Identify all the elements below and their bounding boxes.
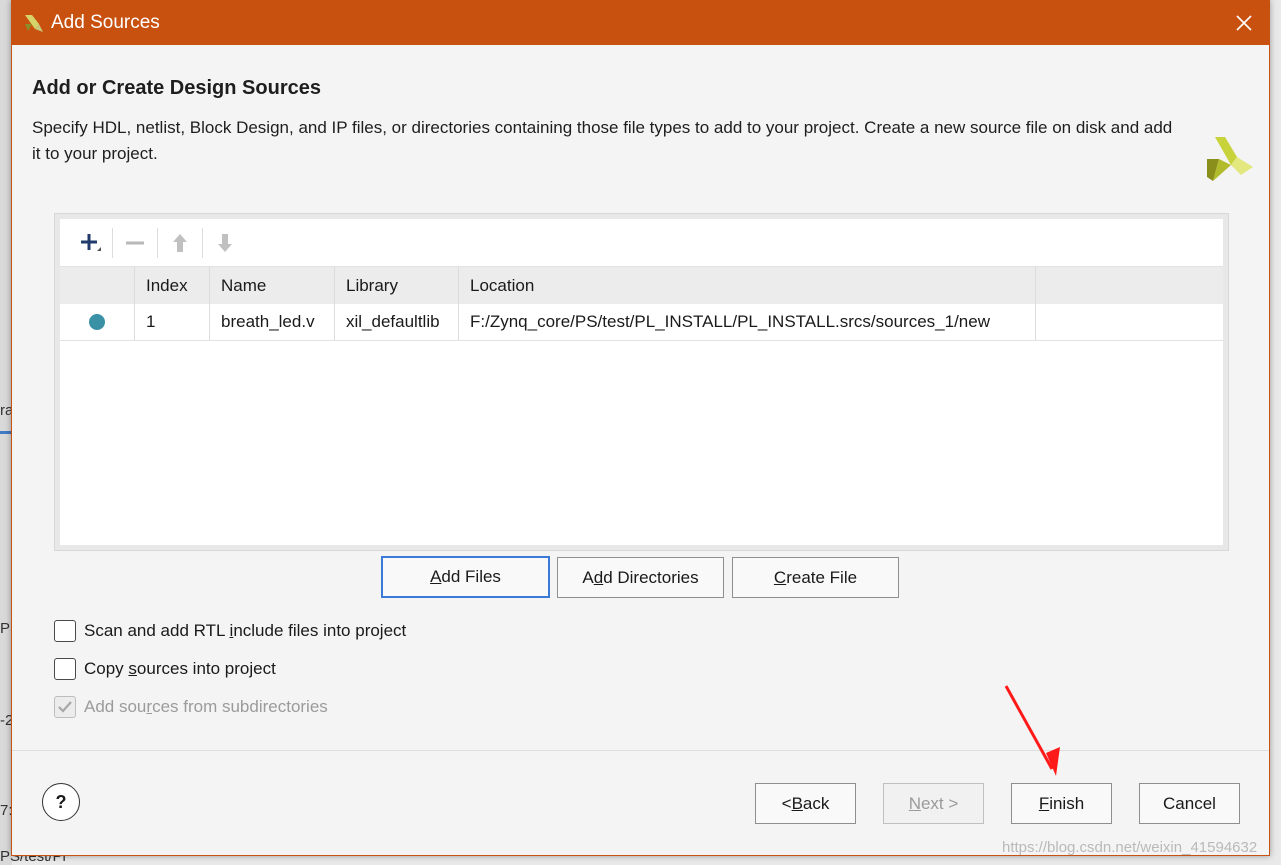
help-icon: ? (55, 791, 67, 812)
button-label: A (582, 567, 594, 587)
mnemonic: A (430, 567, 442, 586)
column-header-location[interactable]: Location (459, 267, 1036, 304)
cancel-button[interactable]: Cancel (1139, 783, 1240, 824)
sources-toolbar (60, 219, 1223, 266)
index-cell: 1 (135, 304, 210, 340)
add-icon[interactable] (68, 223, 112, 263)
scan-rtl-option[interactable]: Scan and add RTL include files into proj… (54, 620, 406, 642)
column-header-library[interactable]: Library (335, 267, 459, 304)
column-header-filler (1036, 267, 1223, 304)
annotation-arrow-icon (1004, 685, 1060, 776)
column-header-status[interactable] (60, 267, 135, 304)
next-button[interactable]: Next > (883, 783, 984, 824)
button-label: ack (802, 793, 830, 813)
add-sources-dialog: Add Sources Add or Create Design Sources… (11, 0, 1270, 856)
scan-rtl-label: Scan and add RTL include files into proj… (84, 621, 407, 640)
vivado-logo-icon (25, 15, 43, 32)
copy-sources-checkbox[interactable] (54, 658, 76, 680)
dialog-title: Add Sources (51, 12, 160, 33)
add-directories-button[interactable]: Add Directories (557, 557, 724, 598)
button-label: d Directories (603, 567, 699, 587)
title-bar[interactable]: Add Sources (12, 1, 1269, 45)
button-label: Cancel (1163, 793, 1216, 813)
copy-sources-label: Copy sources into project (84, 659, 276, 678)
close-icon[interactable] (1233, 12, 1255, 34)
create-file-button[interactable]: Create File (732, 557, 899, 598)
sources-table: Index Name Library Location 1 breath_led… (60, 266, 1223, 341)
scan-rtl-checkbox[interactable] (54, 620, 76, 642)
page-description: Specify HDL, netlist, Block Design, and … (32, 118, 1173, 163)
column-header-name[interactable]: Name (210, 267, 335, 304)
button-label: dd Files (441, 567, 501, 586)
mnemonic: d (593, 567, 604, 587)
table-row[interactable]: 1 breath_led.v xil_defaultlib F:/Zynq_co… (60, 304, 1223, 341)
button-label: < (781, 793, 792, 813)
xilinx-logo-icon (1207, 137, 1253, 181)
mnemonic: B (791, 793, 803, 813)
subdirectories-label: Add sources from subdirectories (84, 697, 328, 716)
row-filler (1036, 304, 1223, 340)
subdirectories-checkbox (54, 696, 76, 718)
sources-panel: Index Name Library Location 1 breath_led… (54, 213, 1229, 551)
move-down-icon[interactable] (203, 223, 247, 263)
mnemonic: N (908, 793, 921, 813)
footer-divider (12, 750, 1269, 751)
subdirectories-option: Add sources from subdirectories (54, 696, 328, 718)
add-files-button[interactable]: Add Files (381, 556, 550, 598)
column-header-index[interactable]: Index (135, 267, 210, 304)
back-button[interactable]: < Back (755, 783, 856, 824)
dialog-header: Add or Create Design Sources Specify HDL… (12, 45, 1269, 185)
move-up-icon[interactable] (158, 223, 202, 263)
remove-icon[interactable] (113, 223, 157, 263)
table-header: Index Name Library Location (60, 266, 1223, 304)
status-dot-icon (89, 314, 105, 330)
finish-button[interactable]: Finish (1011, 783, 1112, 824)
page-title: Add or Create Design Sources (32, 77, 321, 99)
copy-sources-option[interactable]: Copy sources into project (54, 658, 276, 680)
status-cell (60, 304, 135, 340)
name-cell: breath_led.v (210, 304, 335, 340)
background-tab-indicator (0, 431, 11, 434)
library-cell: xil_defaultlib (335, 304, 459, 340)
button-label: reate File (786, 567, 858, 587)
help-button[interactable]: ? (42, 783, 80, 821)
mnemonic: C (773, 567, 787, 587)
button-label: ext > (920, 793, 959, 813)
button-label: inish (1049, 793, 1085, 813)
mnemonic: F (1038, 793, 1050, 813)
checkmark-icon (58, 701, 72, 713)
watermark-text: https://blog.csdn.net/weixin_41594632 (1002, 839, 1258, 856)
location-cell: F:/Zynq_core/PS/test/PL_INSTALL/PL_INSTA… (459, 304, 1036, 340)
